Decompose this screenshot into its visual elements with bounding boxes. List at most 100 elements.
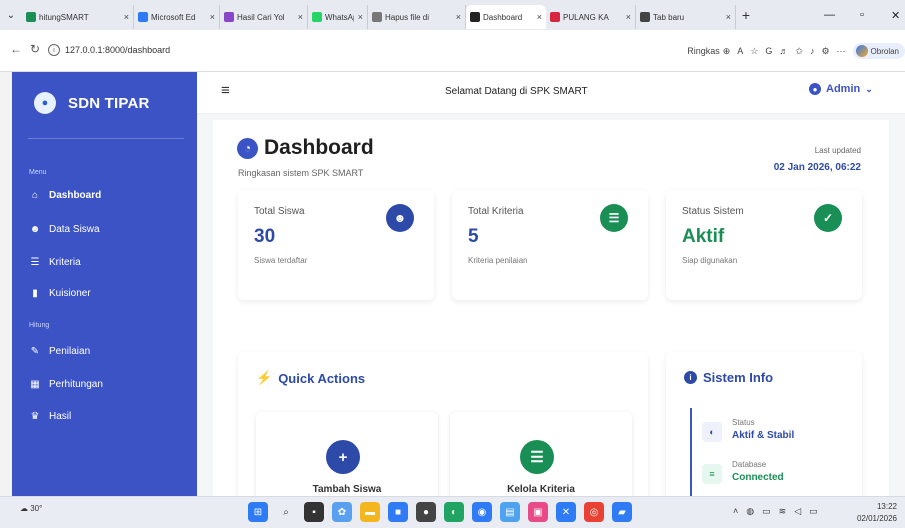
vscode-icon[interactable]: ✕ [556, 502, 576, 522]
widgets-icon[interactable]: ✿ [332, 502, 352, 522]
browser-tab[interactable]: Dashboard × [466, 5, 546, 29]
system-info-title: i Sistem Info [684, 370, 773, 385]
sliders-icon: ☰ [30, 257, 40, 268]
search-icon[interactable]: ⌕ [276, 502, 296, 522]
sidebar-item-penilaian[interactable]: ✎ Penilaian [29, 346, 90, 357]
chevron-up-icon[interactable]: ˄ [733, 506, 738, 517]
page-subtitle: Ringkasan sistem SPK SMART [238, 168, 364, 178]
edge-icon[interactable]: ◐ [444, 502, 464, 522]
xampp-icon[interactable]: ▰ [612, 502, 632, 522]
tab-favicon-icon [26, 12, 36, 22]
mail-icon[interactable]: ■ [388, 502, 408, 522]
section-label-menu: Menu [29, 169, 47, 176]
browser-tab[interactable]: hitungSMART × [22, 5, 134, 29]
restore-button[interactable]: ▫ [860, 0, 864, 30]
tambah-siswa-button[interactable]: + Tambah Siswa [256, 412, 438, 496]
copilot-icon [855, 45, 868, 57]
store-icon[interactable]: ▤ [500, 502, 520, 522]
network-icon[interactable]: ◍ [746, 506, 754, 517]
tab-close-icon[interactable]: × [456, 12, 461, 22]
browser-tab[interactable]: Microsoft Ed × [134, 5, 220, 29]
wifi-icon[interactable]: ≋ [779, 506, 787, 517]
extensions-icon[interactable]: ⚙ [821, 46, 829, 57]
browser-tab[interactable]: Hapus file di × [368, 5, 466, 29]
quick-actions-title: ⚡ Quick Actions [256, 370, 365, 386]
tab-close-icon[interactable]: × [124, 12, 129, 22]
sidebar-item-dashboard[interactable]: ⌂ Dashboard [29, 190, 101, 201]
refresh-g-icon[interactable]: G [765, 46, 772, 56]
sidebar-item-label: Kuisioner [49, 288, 91, 299]
tab-close-icon[interactable]: × [537, 12, 542, 22]
page-title-text: Dashboard [264, 136, 374, 159]
tab-favicon-icon [224, 12, 234, 22]
tab-favicon-icon [550, 12, 560, 22]
browser-tab[interactable]: WhatsApp × [308, 5, 368, 29]
tab-label: hitungSMART [39, 12, 89, 22]
tab-close-icon[interactable]: × [626, 12, 631, 22]
qa-label: Kelola Kriteria [507, 484, 575, 495]
system-info-title-text: Sistem Info [703, 370, 774, 385]
url-field[interactable]: i 127.0.0.1:8000/dashboard [48, 38, 590, 62]
sidebar-item-kuisioner[interactable]: ▮ Kuisioner [29, 288, 91, 299]
home-icon: ⌂ [31, 190, 39, 201]
extension-icon[interactable]: ♬ [779, 46, 788, 56]
browser-tab[interactable]: PULANG KA × [546, 5, 636, 29]
new-tab-button[interactable]: + [736, 7, 756, 23]
hamburger-menu-icon[interactable]: ≡ [221, 82, 230, 99]
trophy-icon: ♛ [30, 411, 40, 422]
info-key: Database [732, 460, 767, 469]
tab-close-icon[interactable]: × [726, 12, 731, 22]
tab-favicon-icon [138, 12, 148, 22]
volume-icon[interactable]: ◁ [794, 506, 801, 517]
tab-actions-menu[interactable]: ⌄ [0, 0, 22, 30]
info-text: Database Connected [732, 460, 784, 483]
sidebar-item-data-siswa[interactable]: ☻ Data Siswa [29, 224, 100, 235]
sidebar-item-perhitungan[interactable]: ▦ Perhitungan [29, 379, 103, 390]
sidebar-item-hasil[interactable]: ♛ Hasil [29, 411, 72, 422]
browser-icon[interactable]: ◉ [472, 502, 492, 522]
display-icon[interactable]: ▭ [762, 506, 771, 517]
clock[interactable]: 13:22 02/01/2026 [857, 501, 897, 525]
school-logo-icon: ● [34, 92, 56, 114]
kelola-kriteria-button[interactable]: ☰ Kelola Kriteria [450, 412, 632, 496]
browser-tab-bar: ⌄ hitungSMART × Microsoft Ed × Hasil Cari Yo… [0, 0, 905, 30]
main-area: ≡ Selamat Datang di SPK SMART ● Admin ⌄ … [197, 72, 905, 496]
sidebar-item-kriteria[interactable]: ☰ Kriteria [29, 257, 81, 268]
file-explorer-icon[interactable]: ▬ [360, 502, 380, 522]
close-window-button[interactable]: ✕ [891, 0, 900, 30]
read-aloud-icon[interactable]: A [737, 46, 743, 56]
stat-desc: Siswa terdaftar [254, 256, 308, 265]
summarize-button[interactable]: Ringkas ⊕ [687, 46, 730, 57]
favorites-icon[interactable]: ✩ [795, 46, 803, 57]
quick-actions-title-text: Quick Actions [278, 370, 366, 386]
browser-tab[interactable]: Hasil Cari Yol × [220, 5, 308, 29]
sidebar-divider [28, 138, 184, 139]
app-icon[interactable]: ● [416, 502, 436, 522]
brand[interactable]: ● SDN TIPAR [34, 92, 150, 114]
app-2-icon[interactable]: ▣ [528, 502, 548, 522]
stat-card-total-siswa: Total Siswa 30 Siswa terdaftar ☻ [238, 190, 434, 300]
weather-widget[interactable]: ☁ 30° [20, 504, 42, 513]
back-icon[interactable]: ← [10, 42, 22, 56]
battery-icon[interactable]: ▭ [809, 506, 818, 517]
favorite-star-icon[interactable]: ☆ [750, 46, 758, 57]
info-value: Aktif & Stabil [732, 430, 795, 441]
chrome-icon[interactable]: ◎ [584, 502, 604, 522]
tab-close-icon[interactable]: × [358, 12, 363, 22]
tab-close-icon[interactable]: × [298, 12, 303, 22]
summarize-label: Ringkas [687, 46, 720, 56]
more-icon[interactable]: ··· [837, 46, 846, 56]
admin-dropdown[interactable]: ● Admin ⌄ [809, 83, 873, 95]
site-info-icon[interactable]: i [48, 44, 60, 56]
task-view-icon[interactable]: ▪ [304, 502, 324, 522]
refresh-icon[interactable]: ↻ [30, 42, 40, 56]
tab-favicon-icon [470, 12, 480, 22]
sidebar: ● SDN TIPAR Menu ⌂ Dashboard ☻ Data Sisw… [12, 72, 197, 496]
copilot-button[interactable]: Obrolan [852, 43, 905, 59]
sidebar-item-label: Kriteria [49, 257, 81, 268]
tab-close-icon[interactable]: × [210, 12, 215, 22]
minimize-button[interactable]: — [824, 0, 835, 30]
extension-2-icon[interactable]: ♪ [810, 46, 815, 56]
browser-tab[interactable]: Tab baru × [636, 5, 736, 29]
start-icon[interactable]: ⊞ [248, 502, 268, 522]
